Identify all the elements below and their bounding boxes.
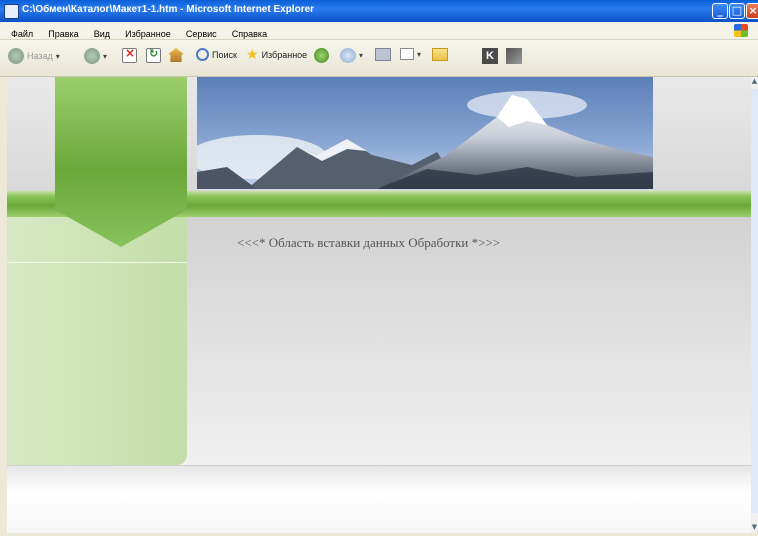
menu-favorites[interactable]: Избранное [120, 26, 176, 39]
menu-bar: Файл Правка Вид Избранное Сервис Справка [0, 22, 758, 40]
search-button[interactable]: Поиск [196, 48, 237, 61]
refresh-button[interactable] [146, 47, 161, 63]
menu-edit[interactable]: Правка [43, 26, 83, 39]
data-insert-placeholder: <<<* Область вставки данных Обработки *>… [237, 235, 501, 250]
back-button[interactable]: Назад ▾ [8, 48, 60, 64]
window-left-border [0, 77, 7, 536]
toolbar-extra-icon [506, 48, 522, 64]
print-button[interactable] [375, 48, 391, 61]
edit-dropdown-icon[interactable]: ▾ [417, 50, 421, 59]
back-arrow-icon [8, 48, 24, 64]
scroll-thumb[interactable] [751, 89, 758, 513]
media-icon [314, 48, 329, 63]
folder-icon [432, 48, 448, 61]
media-button[interactable] [314, 48, 329, 63]
browser-window: C:\Обмен\Каталог\Макет1-1.htm - Microsof… [0, 0, 758, 536]
forward-arrow-icon [84, 48, 100, 64]
mail-button[interactable]: ▾ [340, 48, 363, 63]
toolbar: Назад ▾ ▾ Поиск ★ Избранное ▾ [0, 40, 758, 77]
page-content: <<<* Область вставки данных Обработки *>… [7, 77, 751, 533]
menu-file[interactable]: Файл [6, 26, 38, 39]
sidebar-divider [7, 262, 187, 263]
search-label: Поиск [212, 49, 237, 60]
tool-button[interactable] [506, 48, 522, 64]
menu-list: Файл Правка Вид Избранное Сервис Справка [6, 22, 272, 41]
refresh-icon [146, 47, 161, 63]
window-title: C:\Обмен\Каталог\Макет1-1.htm - Microsof… [22, 4, 315, 15]
favorites-label: Избранное [261, 50, 308, 60]
minimize-button[interactable]: _ [712, 3, 728, 19]
menu-help[interactable]: Справка [227, 26, 272, 39]
menu-tools[interactable]: Сервис [181, 26, 222, 39]
forward-dropdown-icon[interactable]: ▾ [103, 52, 107, 61]
home-icon [168, 48, 184, 62]
star-icon: ★ [246, 47, 259, 63]
favorites-button[interactable]: ★ Избранное [246, 48, 307, 62]
print-icon [375, 48, 391, 61]
k-icon: K [482, 48, 498, 64]
title-bar[interactable]: C:\Обмен\Каталог\Макет1-1.htm - Microsof… [0, 0, 758, 22]
menu-view[interactable]: Вид [89, 26, 115, 39]
edit-icon [400, 48, 414, 60]
mail-icon [340, 48, 356, 63]
mail-dropdown-icon[interactable]: ▾ [359, 51, 363, 60]
k-button[interactable]: K [482, 48, 498, 64]
mountain-illustration [197, 77, 653, 189]
scroll-down-arrow-icon[interactable]: ▼ [751, 523, 758, 533]
search-icon [196, 48, 209, 61]
maximize-button[interactable]: □ [729, 3, 745, 19]
windows-logo-icon [734, 24, 748, 37]
edit-button[interactable]: ▾ [400, 48, 421, 60]
main-content-area [187, 217, 751, 465]
sidebar-panel [7, 217, 187, 465]
home-button[interactable] [168, 48, 184, 62]
scroll-up-arrow-icon[interactable]: ▲ [751, 77, 758, 87]
back-dropdown-icon[interactable]: ▾ [56, 52, 60, 61]
back-label: Назад [27, 51, 53, 61]
ie-document-icon [4, 4, 19, 19]
stop-icon [122, 46, 137, 63]
stop-button[interactable] [122, 46, 137, 63]
folder-button[interactable] [432, 48, 448, 61]
forward-button[interactable]: ▾ [84, 48, 107, 64]
mountain-banner-image [197, 77, 653, 189]
page-footer [7, 465, 751, 533]
close-button[interactable]: × [746, 3, 758, 19]
vertical-scrollbar[interactable]: ▲ ▼ [751, 77, 758, 533]
